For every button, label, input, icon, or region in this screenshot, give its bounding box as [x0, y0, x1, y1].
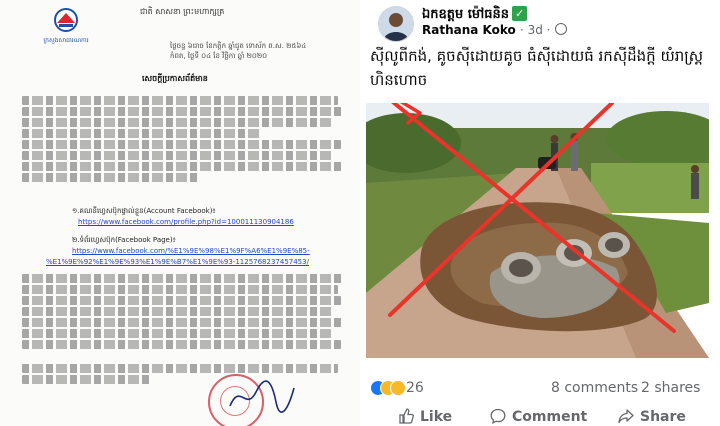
body-paragraph — [22, 274, 344, 351]
post-text: ស៊ីលូពីកង់, គូចស៊ីដោយគូច ធំស៊ីដោយធំ រកស៊… — [370, 47, 703, 89]
like-label: Like — [420, 409, 453, 425]
facebook-post: ឯកឧត្តម ម៉ៅធនិន ✓ Rathana Koko · 3d · ស៊ី… — [362, 0, 720, 426]
page-item-label: ២.ទំព័រហ្វេសប៊ុក(Facebook Page)៖ — [72, 236, 176, 244]
comments-count[interactable]: 8 comments — [551, 380, 638, 396]
comment-label: Comment — [512, 409, 588, 425]
account-link[interactable]: https://www.facebook.com/profile.php?id=… — [78, 218, 294, 226]
poster-name[interactable]: Rathana Koko — [422, 23, 516, 37]
official-letter-scan: ក្រសួងសាធារណការ ជាតិ សាសនា ព្រះមហាក្សត្រ… — [0, 0, 360, 426]
post-time[interactable]: · 3d · — [520, 23, 551, 37]
document-heading: សេចក្តីប្រកាសព័ត៌មាន — [142, 74, 208, 83]
thumbs-up-icon — [399, 408, 414, 424]
page-link-line-2[interactable]: %E1%9E%92%E1%9E%93%E1%9E%B7%E1%9E%93-112… — [46, 258, 309, 266]
reaction-count[interactable]: 26 — [406, 380, 424, 396]
post-actions-bar: Like Comment Share — [362, 404, 720, 426]
logo-caption: ក្រសួងសាធារណការ — [43, 37, 89, 44]
sad-reaction-icon — [390, 380, 406, 396]
ministry-logo — [54, 8, 78, 32]
lunar-date: ថ្ងៃចន្ទ ៦រោច ខែកត្តិក ឆ្នាំជូត ទោស័ក ព.… — [170, 42, 307, 50]
body-paragraph — [22, 96, 344, 140]
national-motto: ជាតិ សាសនា ព្រះមហាក្សត្រ — [140, 7, 225, 16]
author-name-text[interactable]: ឯកឧត្តម ម៉ៅធនិន — [422, 7, 509, 22]
author-avatar[interactable] — [378, 6, 414, 42]
globe-icon — [554, 23, 567, 35]
body-paragraph — [22, 140, 344, 184]
account-item-label: ១.គណនីហ្វេសប៊ុកផ្ទាល់ខ្លួន(Account Faceb… — [72, 207, 216, 215]
share-button[interactable]: Share — [618, 408, 686, 425]
like-button[interactable]: Like — [398, 408, 452, 425]
share-label: Share — [640, 409, 686, 425]
poster-line: Rathana Koko · 3d · — [422, 23, 567, 37]
post-photo[interactable] — [366, 103, 709, 358]
share-arrow-icon — [618, 409, 634, 424]
comment-button[interactable]: Comment — [490, 408, 587, 425]
comment-bubble-icon — [490, 408, 506, 424]
verified-icon: ✓ — [512, 6, 528, 21]
shares-count[interactable]: 2 shares — [641, 380, 700, 396]
page-link-line-1[interactable]: https://www.facebook.com/%E1%9E%98%E1%9F… — [72, 247, 310, 255]
solar-date: កំពត, ថ្ងៃទី ០៤ ខែ វិច្ឆិកា ឆ្នាំ ២០២០ — [170, 52, 268, 60]
signature — [229, 380, 295, 413]
